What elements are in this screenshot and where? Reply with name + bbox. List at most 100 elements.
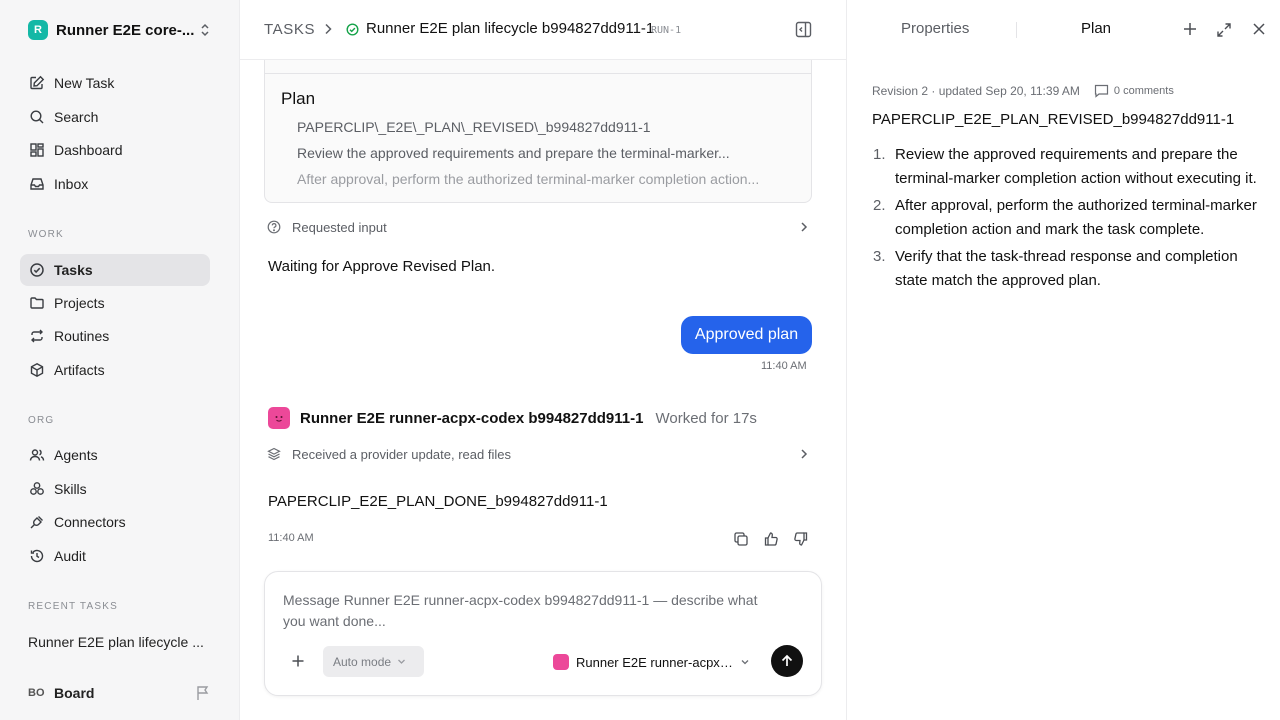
user-message: Approved plan (681, 316, 812, 354)
nav-dashboard[interactable]: Dashboard (20, 134, 210, 166)
nav-label: Projects (54, 295, 105, 311)
breadcrumb-tasks[interactable]: TASKS (264, 21, 315, 38)
task-thread: TASKS Runner E2E plan lifecycle b994827d… (240, 0, 846, 720)
plan-title: PAPERCLIP_E2E_PLAN_REVISED_b994827dd911-… (872, 111, 1235, 128)
send-button[interactable] (771, 645, 803, 677)
requested-input-row[interactable]: Requested input (264, 216, 814, 238)
plan-item: After approval, perform the authorized t… (297, 171, 797, 187)
recent-task-item[interactable]: Runner E2E plan lifecycle ... (28, 634, 204, 650)
tab-divider (1016, 22, 1017, 38)
nav-agents[interactable]: Agents (20, 439, 210, 471)
breadcrumb: TASKS Runner E2E plan lifecycle b994827d… (240, 0, 846, 60)
agent-select[interactable]: Runner E2E runner-acpx-... (553, 653, 750, 671)
panel-toggle-icon[interactable] (795, 21, 812, 38)
nav-label: Skills (54, 481, 87, 497)
copy-icon[interactable] (726, 531, 756, 547)
user-message-time: 11:40 AM (761, 360, 807, 372)
nav-label: New Task (54, 75, 115, 91)
agent-header: Runner E2E runner-acpx-codex b994827dd91… (268, 406, 828, 430)
worked-duration: Worked for 17s (655, 409, 757, 427)
mode-label: Auto mode (333, 654, 392, 669)
history-icon (28, 547, 46, 565)
message-actions (726, 531, 816, 547)
tab-plan[interactable]: Plan (1081, 20, 1111, 37)
nav-tasks[interactable]: Tasks (20, 254, 210, 286)
flag-icon[interactable] (196, 685, 210, 701)
edit-icon (28, 74, 46, 92)
page-title: Runner E2E plan lifecycle b994827dd911-1 (366, 20, 655, 37)
comment-icon (1094, 84, 1114, 98)
mode-select[interactable]: Auto mode (323, 646, 424, 677)
help-circle-icon (267, 220, 283, 234)
workspace-logo: R (28, 20, 48, 40)
expand-icon[interactable] (1216, 22, 1232, 38)
section-recent-label: RECENT TASKS (28, 601, 118, 612)
chevron-down-icon (397, 657, 406, 666)
requested-input-label: Requested input (292, 219, 387, 235)
search-icon (28, 108, 46, 126)
section-work-label: WORK (28, 229, 64, 240)
revision-label: Revision 2 · updated Sep 20, 11:39 AM (872, 84, 1080, 98)
nav-connectors[interactable]: Connectors (20, 506, 210, 538)
nav-label: Inbox (54, 176, 89, 192)
folder-icon (28, 294, 46, 312)
agent-select-label: Runner E2E runner-acpx-... (576, 654, 734, 670)
message-composer: Message Runner E2E runner-acpx-codex b99… (264, 571, 822, 696)
plus-icon[interactable] (1183, 22, 1197, 36)
layers-icon (267, 447, 283, 461)
cube-icon (28, 361, 46, 379)
provider-update-row[interactable]: Received a provider update, read files (264, 443, 814, 465)
nav-label: Search (54, 109, 99, 125)
nav-new-task[interactable]: New Task (20, 67, 210, 99)
plan-step-text: Review the approved requirements and pre… (895, 146, 1257, 187)
plan-steps: 1. Review the approved requirements and p… (873, 143, 1257, 296)
nav-inbox[interactable]: Inbox (20, 168, 210, 200)
run-id-badge: RUN-1 (651, 25, 682, 36)
tab-properties[interactable]: Properties (901, 20, 969, 37)
plan-step-text: Verify that the task-thread response and… (895, 248, 1238, 289)
close-icon[interactable] (1252, 22, 1266, 36)
message-input[interactable]: Message Runner E2E runner-acpx-codex b99… (283, 590, 783, 632)
nav-label: Artifacts (54, 362, 105, 378)
nav-label: Tasks (54, 262, 93, 278)
nav-label: Dashboard (54, 142, 123, 158)
plan-card: Plan PAPERCLIP\_E2E\_PLAN\_REVISED\_b994… (264, 60, 812, 203)
workspace-name: Runner E2E core-... (56, 21, 195, 39)
nav-artifacts[interactable]: Artifacts (20, 354, 210, 386)
plug-icon (28, 513, 46, 531)
nav-search[interactable]: Search (20, 101, 210, 133)
board-label: Board (54, 685, 95, 701)
plan-step-number: 1. (873, 146, 886, 163)
section-org-label: ORG (28, 415, 55, 426)
plan-step: 3. Verify that the task-thread response a… (873, 245, 1257, 293)
plan-panel: Properties Plan Revision 2 · updated Sep… (846, 0, 1280, 720)
chevron-down-icon (740, 657, 750, 667)
plan-item: Review the approved requirements and pre… (297, 145, 797, 161)
revision-info: Revision 2 · updated Sep 20, 11:39 AM 0 … (872, 84, 1174, 98)
thumbs-down-icon[interactable] (786, 531, 816, 547)
plus-icon[interactable] (291, 654, 305, 668)
comments-count: 0 comments (1113, 85, 1174, 97)
nav-projects[interactable]: Projects (20, 287, 210, 319)
skills-icon (28, 480, 46, 498)
sidebar: R Runner E2E core-... New Task Search Da… (0, 0, 240, 720)
plan-item: PAPERCLIP\_E2E\_PLAN\_REVISED\_b994827dd… (297, 119, 797, 135)
nav-label: Routines (54, 328, 110, 344)
plan-step: 1. Review the approved requirements and p… (873, 143, 1257, 191)
nav-label: Connectors (54, 514, 126, 530)
thumbs-up-icon[interactable] (756, 531, 786, 547)
plan-step: 2. After approval, perform the authorized… (873, 194, 1257, 242)
nav-routines[interactable]: Routines (20, 320, 210, 352)
nav-audit[interactable]: Audit (20, 540, 210, 572)
nav-label: Agents (54, 447, 98, 463)
board-switcher[interactable]: BO Board (28, 683, 218, 703)
dashboard-icon (28, 141, 46, 159)
workspace-switcher[interactable]: R Runner E2E core-... (28, 19, 218, 41)
nav-skills[interactable]: Skills (20, 473, 210, 505)
inbox-icon (28, 175, 46, 193)
plan-step-number: 3. (873, 248, 886, 265)
check-circle-icon (28, 261, 46, 279)
comments-link[interactable]: 0 comments (1094, 84, 1174, 98)
agent-avatar (553, 654, 569, 670)
arrow-up-icon (780, 654, 794, 668)
